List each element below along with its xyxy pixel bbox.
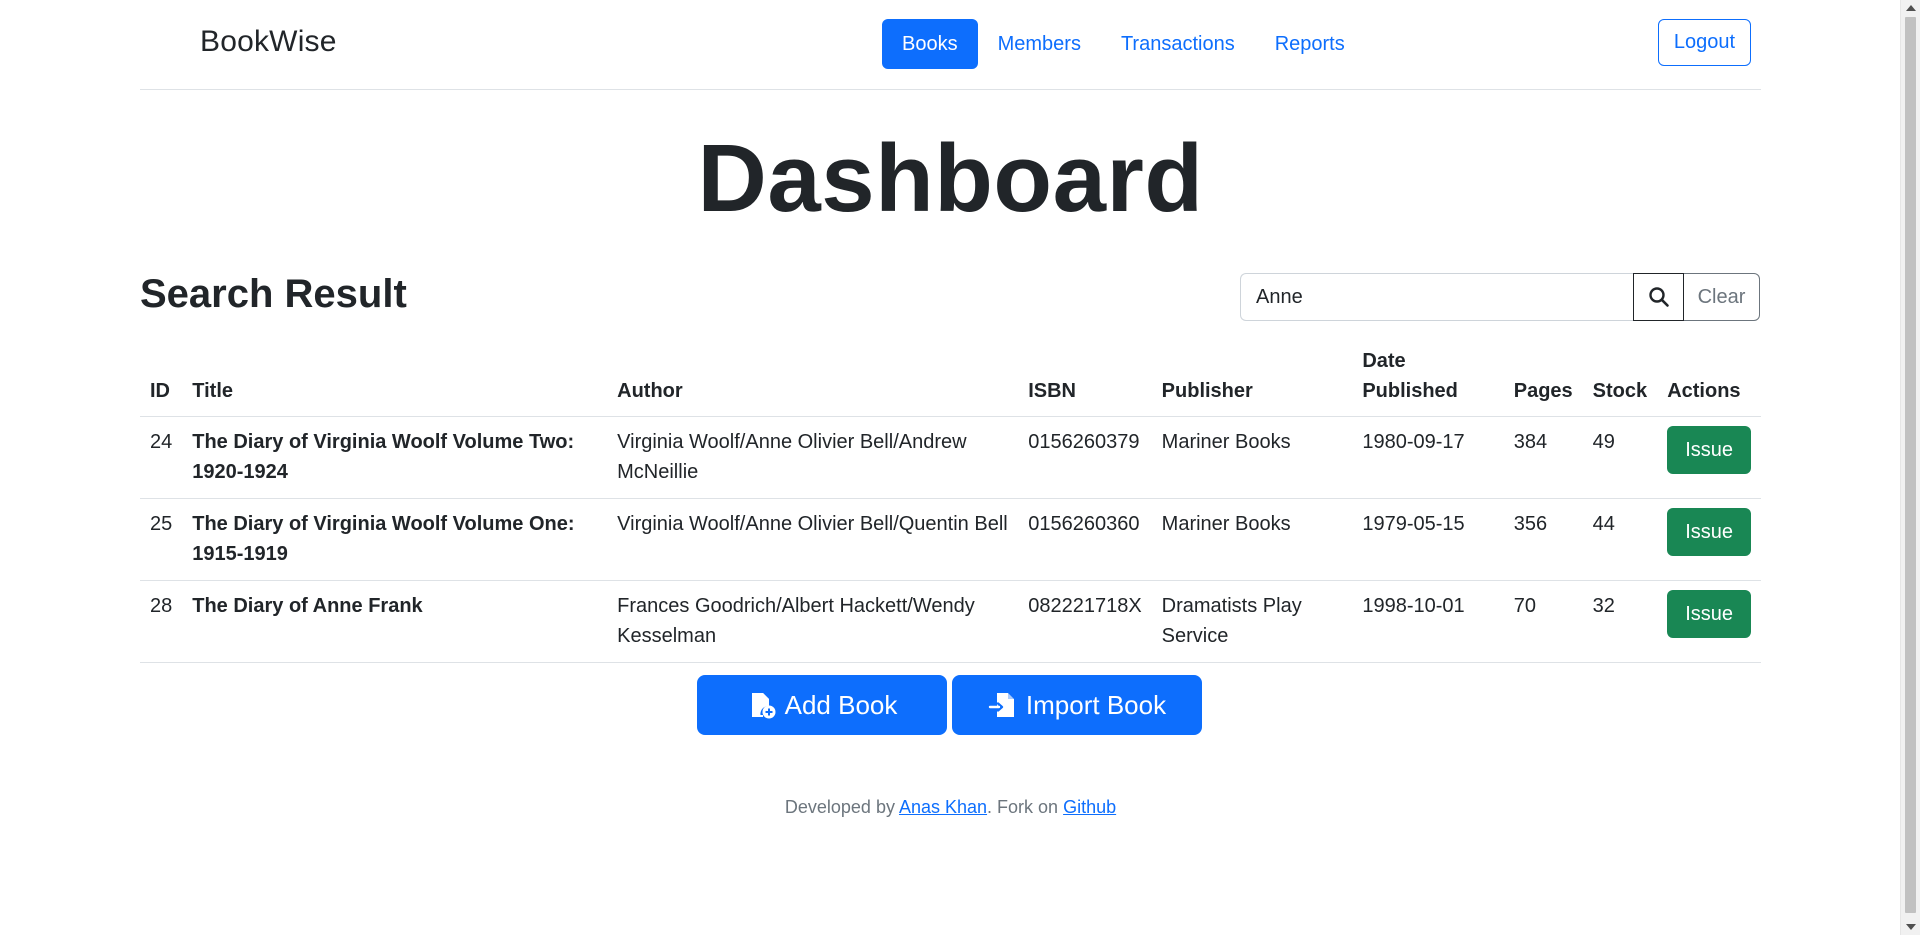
cell-date: 1979-05-15 — [1352, 498, 1504, 581]
import-book-button[interactable]: Import Book — [952, 675, 1202, 735]
scrollbar-thumb[interactable] — [1905, 17, 1916, 913]
footer: Developed by Anas Khan. Fork on Github — [140, 797, 1761, 818]
cell-id: 25 — [140, 498, 183, 581]
cell-publisher: Dramatists Play Service — [1151, 580, 1353, 663]
cell-author: Virginia Woolf/Anne Olivier Bell/Quentin… — [607, 498, 1019, 581]
nav-links: Books Members Transactions Reports — [882, 19, 1365, 69]
cell-publisher: Mariner Books — [1151, 416, 1353, 499]
cell-isbn: 082221718X — [1018, 580, 1152, 663]
issue-button[interactable]: Issue — [1667, 590, 1751, 638]
add-book-button[interactable]: Add Book — [697, 675, 947, 735]
clear-button[interactable]: Clear — [1684, 273, 1760, 321]
file-add-icon — [751, 693, 776, 719]
viewport: BookWise Books Members Transactions Repo… — [0, 0, 1920, 935]
table-row: 24 The Diary of Virginia Woolf Volume Tw… — [140, 416, 1761, 499]
search-button[interactable] — [1633, 273, 1684, 321]
import-book-label: Import Book — [1025, 689, 1167, 720]
bottom-actions: Add Book Import Book — [697, 675, 1202, 735]
vertical-scrollbar[interactable] — [1900, 0, 1920, 935]
cell-actions: Issue — [1657, 416, 1761, 499]
header-stock: Stock — [1582, 340, 1658, 417]
cell-publisher: Mariner Books — [1151, 498, 1353, 581]
issue-button[interactable]: Issue — [1667, 426, 1751, 474]
cell-stock: 49 — [1582, 416, 1658, 499]
cell-id: 28 — [140, 580, 183, 663]
search-icon — [1648, 287, 1669, 307]
brand-logo[interactable]: BookWise — [200, 25, 337, 59]
header-date-published: Date Published — [1352, 340, 1504, 417]
cell-pages: 70 — [1503, 580, 1583, 663]
cell-date: 1980-09-17 — [1352, 416, 1504, 499]
cell-title: The Diary of Anne Frank — [182, 580, 608, 663]
cell-isbn: 0156260379 — [1018, 416, 1152, 499]
table-row: 28 The Diary of Anne Frank Frances Goodr… — [140, 580, 1761, 663]
nav-item-reports[interactable]: Reports — [1255, 19, 1365, 69]
main-container: BookWise Books Members Transactions Repo… — [140, 0, 1761, 817]
cell-date: 1998-10-01 — [1352, 580, 1504, 663]
cell-stock: 32 — [1582, 580, 1658, 663]
file-import-icon — [988, 693, 1014, 717]
nav-item-members[interactable]: Members — [978, 19, 1101, 69]
cell-stock: 44 — [1582, 498, 1658, 581]
navbar: BookWise Books Members Transactions Repo… — [140, 0, 1761, 90]
header-date-published-label: Date Published — [1362, 350, 1458, 402]
books-table: ID Title Author ISBN Publisher Date Publ… — [140, 340, 1761, 663]
footer-author-link[interactable]: Anas Khan — [899, 797, 987, 817]
search-input[interactable] — [1240, 273, 1633, 321]
cell-pages: 356 — [1503, 498, 1583, 581]
cell-author: Virginia Woolf/Anne Olivier Bell/Andrew … — [607, 416, 1019, 499]
cell-isbn: 0156260360 — [1018, 498, 1152, 581]
cell-actions: Issue — [1657, 498, 1761, 581]
header-isbn: ISBN — [1018, 340, 1152, 417]
add-book-label: Add Book — [784, 689, 898, 720]
cell-author: Frances Goodrich/Albert Hackett/Wendy Ke… — [607, 580, 1019, 663]
footer-prefix: Developed by — [784, 797, 899, 817]
footer-middle: . Fork on — [987, 797, 1064, 817]
scroll-up-arrow-icon[interactable] — [1901, 0, 1920, 16]
nav-item-books[interactable]: Books — [882, 19, 978, 69]
page-title: Dashboard — [697, 125, 1204, 232]
cell-id: 24 — [140, 416, 183, 499]
section-title: Search Result — [140, 272, 407, 316]
table-row: 25 The Diary of Virginia Woolf Volume On… — [140, 498, 1761, 581]
cell-pages: 384 — [1503, 416, 1583, 499]
footer-github-link[interactable]: Github — [1063, 797, 1116, 817]
cell-actions: Issue — [1657, 580, 1761, 663]
header-publisher: Publisher — [1151, 340, 1353, 417]
issue-button[interactable]: Issue — [1667, 508, 1751, 556]
header-actions: Actions — [1657, 340, 1761, 417]
header-id: ID — [140, 340, 183, 417]
header-author: Author — [607, 340, 1019, 417]
table-header-row: ID Title Author ISBN Publisher Date Publ… — [140, 340, 1761, 417]
header-title: Title — [182, 340, 608, 417]
cell-title: The Diary of Virginia Woolf Volume One: … — [182, 498, 608, 581]
cell-title: The Diary of Virginia Woolf Volume Two: … — [182, 416, 608, 499]
header-pages: Pages — [1503, 340, 1583, 417]
nav-item-transactions[interactable]: Transactions — [1101, 19, 1255, 69]
search-group: Clear — [1240, 273, 1760, 321]
scroll-down-arrow-icon[interactable] — [1901, 919, 1920, 935]
logout-button[interactable]: Logout — [1657, 19, 1751, 66]
